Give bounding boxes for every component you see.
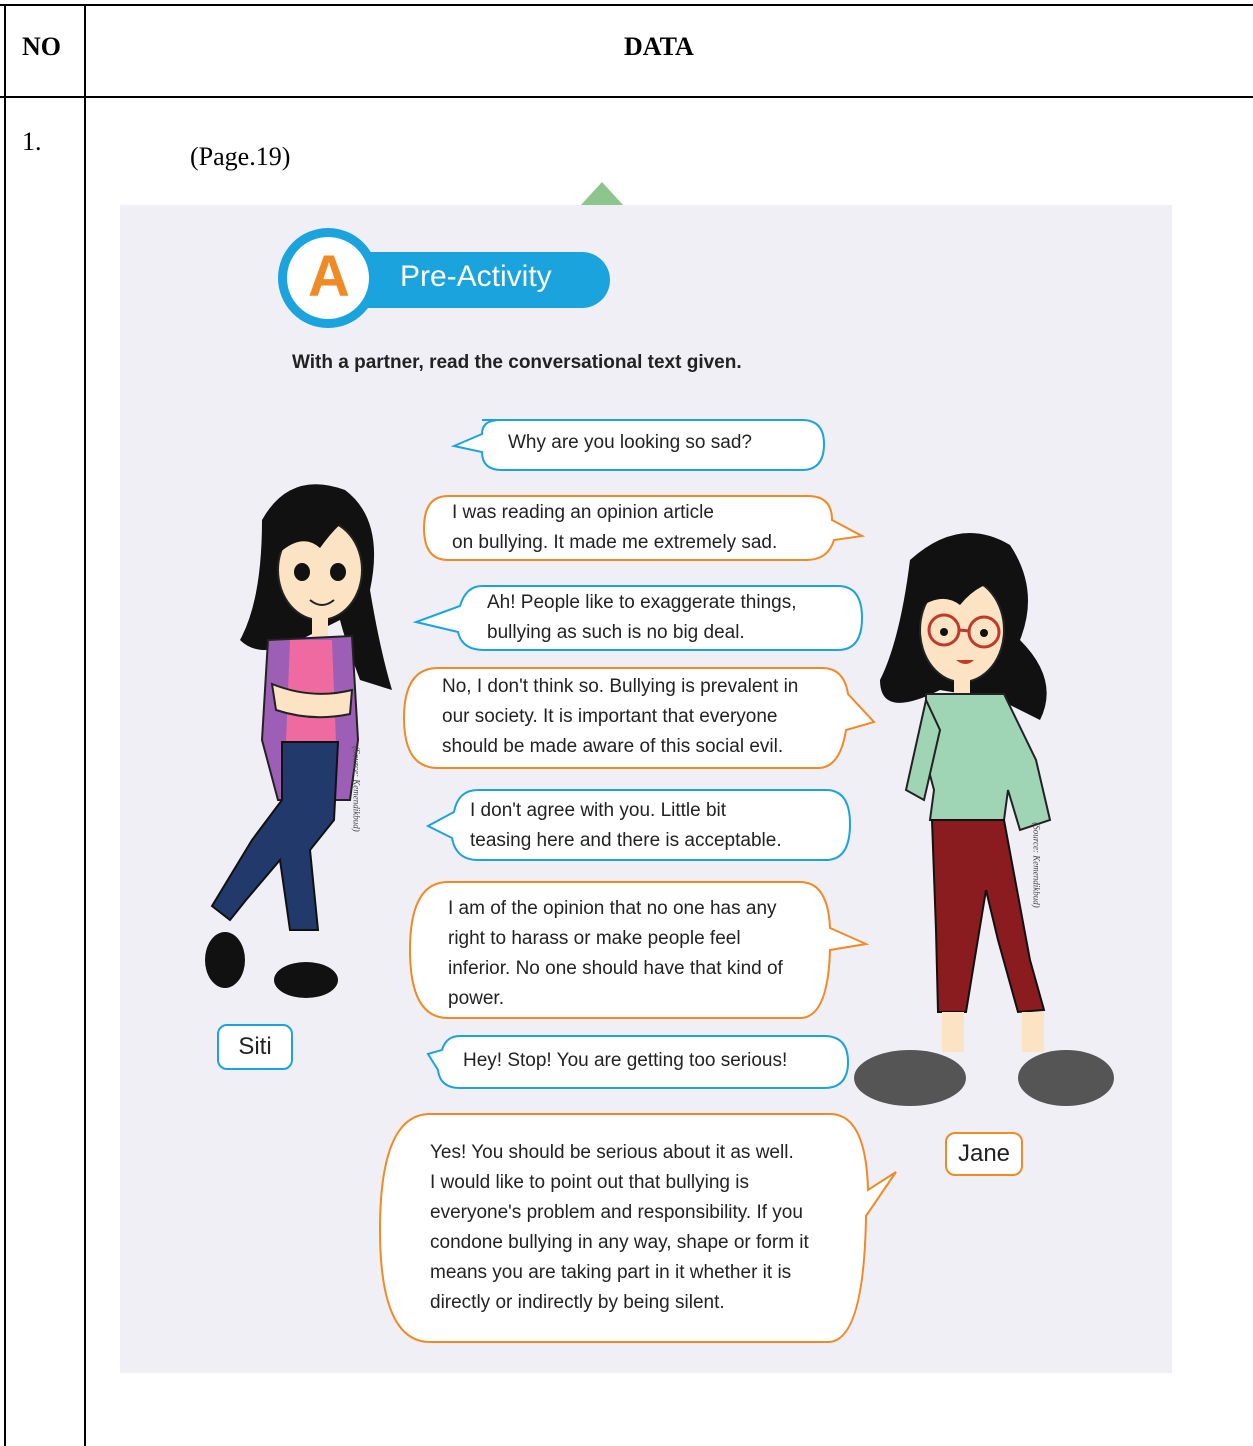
bubble-6-text: I am of the opinion that no one has any …	[448, 894, 783, 1014]
bubble-line: should be made aware of this social evil…	[442, 736, 784, 757]
bubble-line: I was reading an opinion article	[452, 502, 714, 523]
bubble-line: bullying as such is no big deal.	[487, 622, 745, 643]
bubble-line: on bullying. It made me extremely sad.	[452, 532, 778, 553]
bubble-8-text: Yes! You should be serious about it as w…	[430, 1138, 809, 1318]
bubble-line: Why are you looking so sad?	[508, 432, 752, 453]
bubble-line: right to harass or make people feel	[448, 928, 741, 949]
bubble-1-text: Why are you looking so sad?	[508, 428, 752, 458]
bubble-line: Yes! You should be serious about it as w…	[430, 1142, 794, 1163]
bubble-line: No, I don't think so. Bullying is preval…	[442, 676, 799, 697]
bubble-line: I don't agree with you. Little bit	[470, 800, 727, 821]
bubble-line: inferior. No one should have that kind o…	[448, 958, 783, 979]
bubble-line: means you are taking part in it whether …	[430, 1262, 792, 1283]
siti-image-credit: (Source: Kemendikbud)	[351, 746, 362, 832]
jane-image-credit: (Source: Kemendikbud)	[1031, 822, 1042, 908]
bubble-line: teasing here and there is acceptable.	[470, 830, 782, 851]
bubble-4-text: No, I don't think so. Bullying is preval…	[442, 672, 798, 762]
bubble-line: our society. It is important that everyo…	[442, 706, 778, 727]
bubble-line: directly or indirectly by being silent.	[430, 1292, 725, 1313]
bubble-line: everyone's problem and responsibility. I…	[430, 1202, 803, 1223]
bubble-line: I am of the opinion that no one has any	[448, 898, 777, 919]
bubble-line: I would like to point out that bullying …	[430, 1172, 749, 1193]
siti-name-label: Siti	[217, 1024, 293, 1070]
badge-letter: A	[308, 244, 350, 309]
bubble-2-text: I was reading an opinion article on bull…	[452, 498, 777, 558]
jane-character	[854, 533, 1114, 1106]
bubble-line: Ah! People like to exaggerate things,	[487, 592, 797, 613]
jane-name-label: Jane	[945, 1132, 1023, 1176]
bubble-3-text: Ah! People like to exaggerate things, bu…	[487, 588, 796, 648]
activity-title: Pre-Activity	[400, 260, 552, 293]
bubble-line: condone bullying in any way, shape or fo…	[430, 1232, 809, 1253]
bubble-line: power.	[448, 988, 504, 1009]
bubble-7-text: Hey! Stop! You are getting too serious!	[463, 1046, 787, 1076]
bubble-line: Hey! Stop! You are getting too serious!	[463, 1050, 788, 1071]
bubble-5-text: I don't agree with you. Little bit teasi…	[470, 796, 782, 856]
siti-character	[205, 484, 392, 998]
activity-instruction: With a partner, read the conversational …	[292, 352, 742, 373]
